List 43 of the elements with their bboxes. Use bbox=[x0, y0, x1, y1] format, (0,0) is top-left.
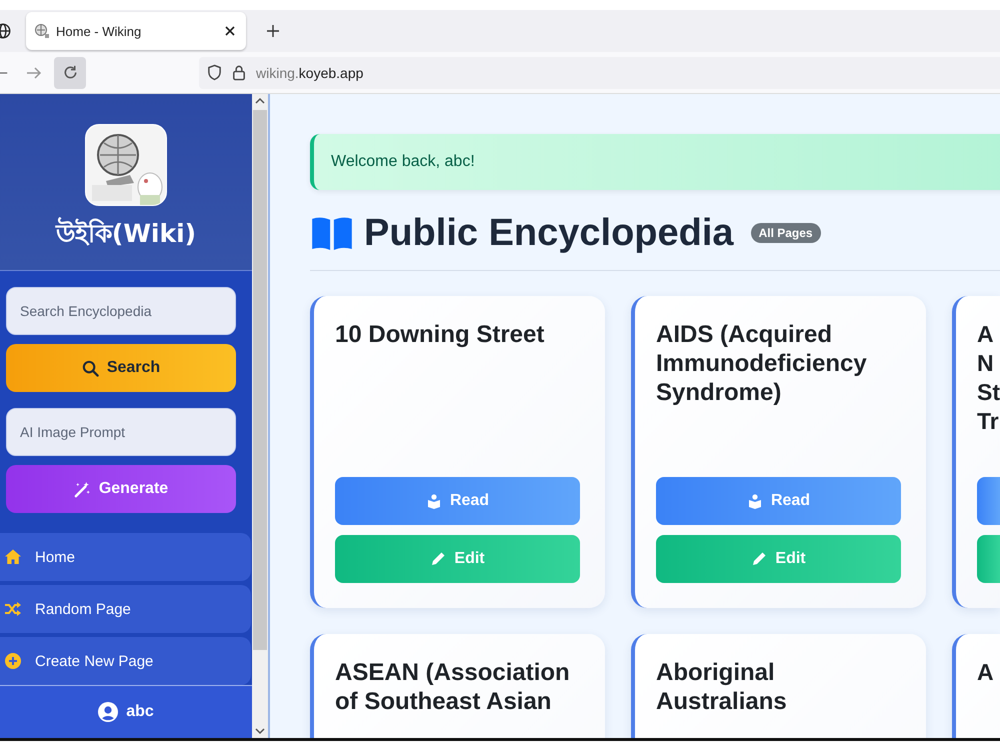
lock-icon bbox=[232, 64, 246, 81]
article-title: 10 Downing Street bbox=[335, 320, 546, 349]
close-icon[interactable] bbox=[224, 25, 236, 37]
pages-badge: All Pages bbox=[750, 223, 821, 243]
reload-icon bbox=[62, 64, 78, 81]
search-button[interactable]: Search bbox=[6, 344, 236, 392]
forward-icon[interactable] bbox=[26, 64, 42, 80]
prompt-field[interactable]: AI Image Prompt bbox=[6, 408, 236, 456]
shuffle-icon bbox=[4, 600, 22, 618]
reader-icon bbox=[426, 493, 442, 509]
read-button[interactable] bbox=[977, 477, 1000, 525]
article-title: A N St Tr bbox=[977, 320, 1000, 436]
generate-button[interactable]: Generate bbox=[6, 465, 236, 514]
browser-tab[interactable]: Home - Wiking bbox=[26, 12, 246, 50]
home-icon bbox=[4, 548, 22, 566]
search-icon bbox=[82, 360, 99, 377]
article-title: AIDS (Acquired Immunodeficiency Syndrome) bbox=[656, 320, 868, 407]
reader-icon bbox=[746, 493, 763, 509]
nav-link[interactable]: Create New Page bbox=[0, 637, 251, 686]
new-tab-icon[interactable] bbox=[266, 24, 280, 38]
plus-circle-icon bbox=[4, 652, 22, 670]
user-icon bbox=[98, 702, 118, 722]
url-text: wiking.koyeb.app bbox=[256, 64, 364, 80]
welcome-alert: Welcome back, abc! bbox=[310, 134, 1000, 190]
nav-link[interactable]: Home bbox=[0, 533, 251, 582]
scrollbar[interactable] bbox=[252, 94, 270, 738]
article-title: ASEAN (Association of Southeast Asian bbox=[335, 658, 571, 716]
tab-title: Home - Wiking bbox=[56, 24, 142, 38]
page-title: Public Encyclopedia bbox=[364, 212, 734, 254]
reload-button[interactable] bbox=[54, 56, 86, 88]
site-title: উইকি(Wiki) bbox=[56, 216, 196, 250]
article-title: Aboriginal Australians bbox=[656, 658, 788, 716]
magic-wand-icon bbox=[74, 480, 91, 498]
pencil-icon bbox=[430, 551, 446, 567]
shield-icon bbox=[207, 64, 222, 81]
search-field[interactable]: Search Encyclopedia bbox=[6, 287, 236, 336]
article-title: A bbox=[977, 658, 995, 687]
address-bar[interactable]: wiking.koyeb.app bbox=[199, 56, 1000, 88]
nav-link[interactable]: Random Page bbox=[0, 585, 251, 634]
user-menu[interactable]: abc bbox=[0, 685, 252, 738]
favicon-icon bbox=[34, 23, 50, 39]
book-icon bbox=[310, 216, 354, 250]
pencil-icon bbox=[751, 551, 768, 567]
